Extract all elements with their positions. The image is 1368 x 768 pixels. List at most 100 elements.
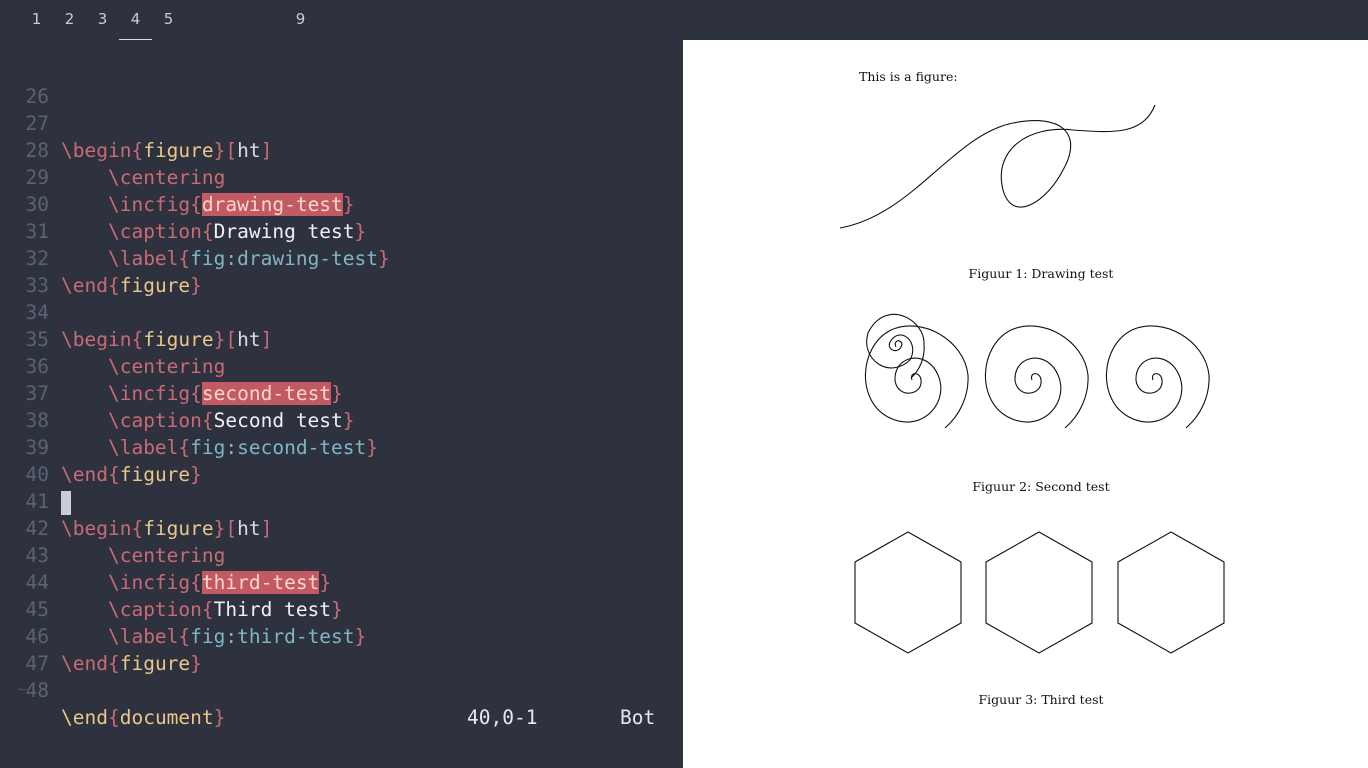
environment-name: figure xyxy=(119,274,191,297)
brace: { xyxy=(131,517,144,540)
figures-drawing xyxy=(839,104,1225,654)
search-highlight: drawing-test xyxy=(201,193,343,216)
editor-line[interactable]: 36 \incfig{second-test} xyxy=(0,326,343,405)
line-code: \end{figure} xyxy=(61,650,202,677)
line-code: \incfig{second-test} xyxy=(61,380,343,407)
editor-line[interactable]: 31 \label{fig:drawing-test} xyxy=(0,191,390,270)
centering-command: \centering xyxy=(107,355,226,378)
line-code: \caption{Second test} xyxy=(61,407,355,434)
end-command: \end xyxy=(61,274,108,297)
environment-name: figure xyxy=(143,328,214,351)
editor-line[interactable]: 33 xyxy=(0,245,49,297)
scroll-indicator: Bot xyxy=(620,706,656,729)
brace: } xyxy=(213,706,226,729)
editor-line[interactable]: 37 \caption{Second test} xyxy=(0,353,355,432)
search-highlight: third-test xyxy=(201,571,320,594)
editor-line[interactable]: 42 \centering xyxy=(0,488,226,567)
environment-name: figure xyxy=(143,517,214,540)
environment-name: document xyxy=(119,706,214,729)
label-command: \label xyxy=(107,247,179,270)
editor-line[interactable]: 38 \label{fig:second-test} xyxy=(0,380,379,459)
workspace-bar: 1 2 3 4 5 9 xyxy=(0,0,1368,40)
cursor-position: 40,0-1 xyxy=(467,706,538,729)
editor-line[interactable]: 35 \centering xyxy=(0,299,226,378)
begin-command: \begin xyxy=(61,328,132,351)
vim-editor[interactable]: 26 27 \begin{figure}[ht] 28 \centering 2… xyxy=(0,40,683,768)
bracket: [ xyxy=(225,517,238,540)
brace: { xyxy=(190,382,202,405)
editor-line[interactable]: 45 \label{fig:third-test} xyxy=(0,569,367,648)
editor-line[interactable]: 32 \end{figure} xyxy=(0,218,202,297)
line-code: \caption{Third test} xyxy=(61,596,343,623)
bracket: [ xyxy=(225,139,238,162)
editor-line[interactable]: 46 \end{figure} xyxy=(0,596,202,675)
editor-line[interactable]: 39 \end{figure} xyxy=(0,407,202,486)
editor-line[interactable]: 48 \end{document} xyxy=(0,650,226,729)
hexagon-1 xyxy=(854,531,962,654)
line-code: \begin{figure}[ht] xyxy=(61,137,272,164)
brace: { xyxy=(131,328,144,351)
line-code: \caption{Drawing test} xyxy=(61,218,366,245)
bracket: ] xyxy=(260,328,273,351)
line-code: \begin{figure}[ht] xyxy=(61,326,272,353)
brace: { xyxy=(201,220,214,243)
workspace-9[interactable]: 9 xyxy=(284,10,317,28)
workspace-5[interactable]: 5 xyxy=(152,10,185,28)
spiral-2 xyxy=(984,325,1089,429)
text-cursor xyxy=(61,490,71,515)
editor-line[interactable]: 30 \caption{Drawing test} xyxy=(0,164,367,243)
figure-3-caption: Figuur 3: Third test xyxy=(978,692,1104,707)
caption-command: \caption xyxy=(107,220,202,243)
line-code: \begin{figure}[ht] xyxy=(61,515,272,542)
workspace-4-active[interactable]: 4 xyxy=(119,10,152,40)
hexagon-2 xyxy=(985,531,1093,654)
line-code: \end{figure} xyxy=(61,272,202,299)
brace: } xyxy=(354,220,367,243)
end-command: \end xyxy=(61,652,108,675)
brace: } xyxy=(213,139,226,162)
brace: } xyxy=(190,652,202,675)
bracket: ] xyxy=(260,139,273,162)
pdf-preview[interactable]: This is a figure: Figuur 1: Drawing test… xyxy=(683,40,1368,768)
brace: { xyxy=(190,193,202,216)
line-code: \label{fig:third-test} xyxy=(61,623,366,650)
drawing-test-figure xyxy=(839,104,1156,229)
caption-text: Drawing test xyxy=(213,220,355,243)
placement-option: ht xyxy=(237,517,261,540)
workspace-2[interactable]: 2 xyxy=(53,10,86,28)
empty-line-marker: ~ xyxy=(18,682,27,698)
incfig-command: \incfig xyxy=(107,193,191,216)
workspace-1[interactable]: 1 xyxy=(20,10,53,28)
line-code: \centering xyxy=(61,542,225,569)
spiral-3 xyxy=(1105,325,1210,429)
brace: { xyxy=(190,571,202,594)
label-text: fig:drawing-test xyxy=(190,247,379,270)
line-code: \end{document} xyxy=(61,704,225,731)
editor-line[interactable]: 41 \begin{figure}[ht] xyxy=(0,461,273,540)
caption-text: Third test xyxy=(213,598,332,621)
environment-name: figure xyxy=(119,652,191,675)
line-code xyxy=(61,488,71,515)
editor-line[interactable]: 29 \incfig{drawing-test} xyxy=(0,137,355,216)
workspace-3[interactable]: 3 xyxy=(86,10,119,28)
environment-name: figure xyxy=(119,463,191,486)
editor-line[interactable]: 28 \centering xyxy=(0,110,226,189)
editor-line[interactable]: 27 \begin{figure}[ht] xyxy=(0,83,273,162)
bracket: [ xyxy=(225,328,238,351)
editor-line-current[interactable]: 40 xyxy=(0,434,71,515)
editor-line[interactable]: 43 \incfig{third-test} xyxy=(0,515,331,594)
brace: { xyxy=(178,625,191,648)
line-code: \label{fig:second-test} xyxy=(61,434,378,461)
placement-option: ht xyxy=(237,328,261,351)
editor-line[interactable]: 44 \caption{Third test} xyxy=(0,542,343,621)
editor-line[interactable]: 47 xyxy=(0,623,49,675)
editor-line[interactable]: 34 \begin{figure}[ht] xyxy=(0,272,273,351)
brace: { xyxy=(107,463,120,486)
brace: { xyxy=(178,247,191,270)
placement-option: ht xyxy=(237,139,261,162)
editor-line[interactable]: 26 xyxy=(0,56,49,108)
incfig-command: \incfig xyxy=(107,382,191,405)
brace: { xyxy=(107,274,120,297)
line-code: \label{fig:drawing-test} xyxy=(61,245,390,272)
centering-command: \centering xyxy=(107,544,226,567)
